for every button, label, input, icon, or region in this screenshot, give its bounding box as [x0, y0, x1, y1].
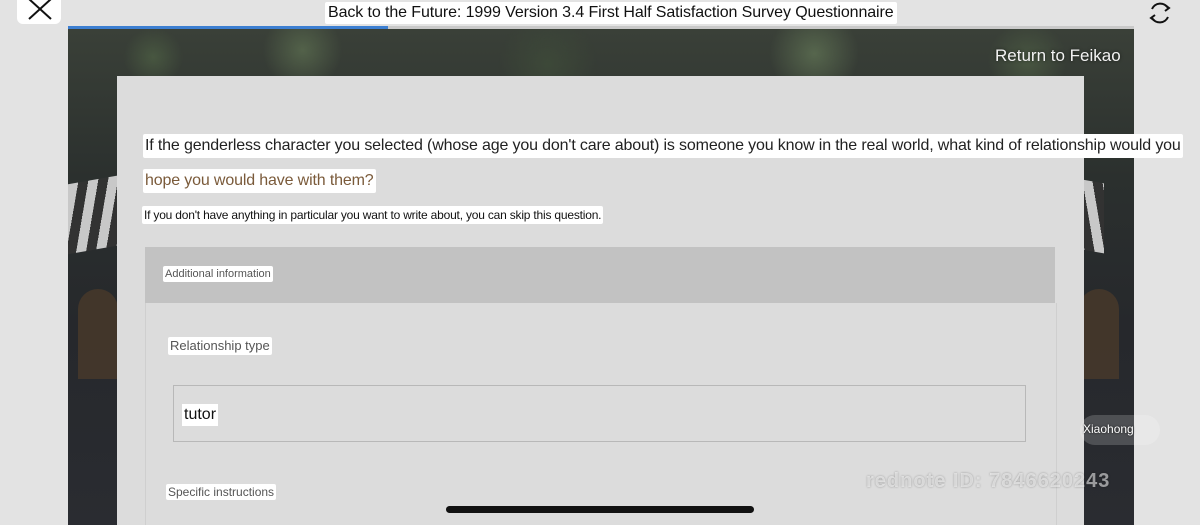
relationship-type-value: tutor [182, 404, 219, 426]
page-title: Back to the Future: 1999 Version 3.4 Fir… [325, 2, 897, 24]
background-window-right [1079, 289, 1119, 379]
refresh-button[interactable] [1146, 0, 1174, 26]
specific-instructions-label: Specific instructions [166, 484, 277, 500]
question-card: If the genderless character you selected… [117, 76, 1183, 525]
home-indicator[interactable] [446, 506, 754, 513]
question-text-line2: hope you would have with them? [143, 169, 376, 193]
question-hint: If you don't have anything in particular… [142, 206, 604, 224]
relationship-type-input[interactable]: tutor [173, 385, 1026, 442]
close-icon [28, 0, 52, 20]
additional-info-header: Additional information [145, 247, 1055, 303]
watermark-user: Xiaohong [1080, 415, 1160, 445]
question-text-line1: If the genderless character you selected… [143, 134, 1183, 158]
watermark-id: rednote ID: 7846620243 [866, 470, 1111, 492]
background-window-left [78, 289, 118, 379]
top-bar: Back to the Future: 1999 Version 3.4 Fir… [0, 0, 1200, 26]
return-link[interactable]: Return to Feikao [995, 46, 1121, 66]
refresh-icon [1149, 2, 1171, 24]
watermark-user-name: Xiaohong [1083, 422, 1134, 436]
additional-info-label: Additional information [163, 266, 273, 282]
close-button[interactable] [17, 0, 61, 24]
relationship-type-label: Relationship type [168, 337, 272, 355]
